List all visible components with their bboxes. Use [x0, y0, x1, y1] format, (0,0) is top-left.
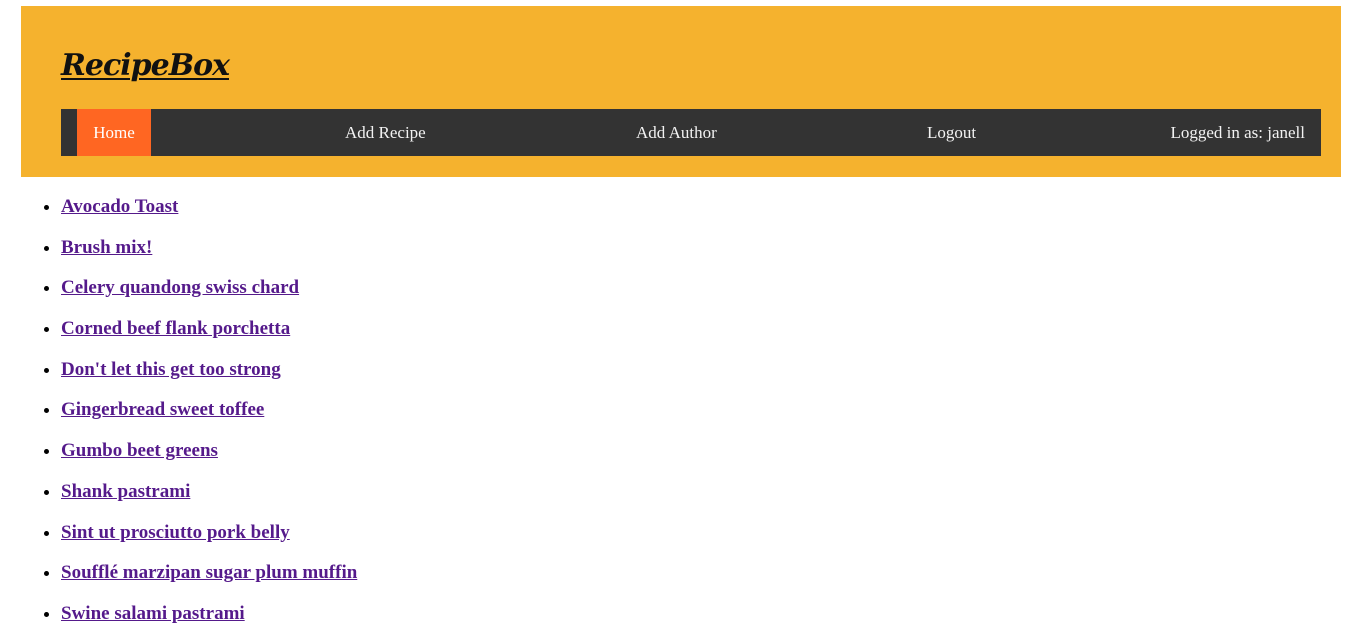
- nav-add-recipe-link[interactable]: Add Recipe: [345, 109, 426, 156]
- list-item: Brush mix!: [61, 234, 357, 275]
- logged-in-user-label: Logged in as: janell: [1170, 123, 1305, 142]
- list-item: Soufflé marzipan sugar plum muffin: [61, 559, 357, 600]
- recipe-link[interactable]: Celery quandong swiss chard: [61, 277, 299, 298]
- recipe-link[interactable]: Shank pastrami: [61, 481, 190, 502]
- list-item: Corned beef flank porchetta: [61, 315, 357, 356]
- list-item: Celery quandong swiss chard: [61, 274, 357, 315]
- list-item: Don't let this get too strong: [61, 356, 357, 397]
- list-item: Swine salami pastrami: [61, 600, 357, 641]
- list-item: Gumbo beet greens: [61, 437, 357, 478]
- nav-add-author-link[interactable]: Add Author: [636, 109, 717, 156]
- recipe-link[interactable]: Avocado Toast: [61, 196, 178, 217]
- recipe-link[interactable]: Gumbo beet greens: [61, 440, 218, 461]
- recipe-link[interactable]: Corned beef flank porchetta: [61, 318, 290, 339]
- list-item: Sint ut prosciutto pork belly: [61, 519, 357, 560]
- recipe-link[interactable]: Soufflé marzipan sugar plum muffin: [61, 562, 357, 583]
- list-item: Shank pastrami: [61, 478, 357, 519]
- navbar: Home Add Recipe Add Author Logout Logged…: [61, 109, 1321, 156]
- nav-home-link[interactable]: Home: [77, 109, 151, 156]
- list-item: Avocado Toast: [61, 193, 357, 234]
- recipe-link[interactable]: Don't let this get too strong: [61, 359, 281, 380]
- recipe-link[interactable]: Gingerbread sweet toffee: [61, 399, 264, 420]
- recipe-link[interactable]: Swine salami pastrami: [61, 603, 245, 624]
- list-item: Gingerbread sweet toffee: [61, 396, 357, 437]
- site-header: RecipeBox Home Add Recipe Add Author Log…: [21, 6, 1341, 177]
- recipe-link[interactable]: Brush mix!: [61, 237, 152, 258]
- nav-logout-link[interactable]: Logout: [927, 109, 976, 156]
- recipe-list: Avocado Toast Brush mix! Celery quandong…: [21, 193, 357, 641]
- recipe-link[interactable]: Sint ut prosciutto pork belly: [61, 522, 290, 543]
- brand-logo-link[interactable]: RecipeBox: [61, 48, 230, 83]
